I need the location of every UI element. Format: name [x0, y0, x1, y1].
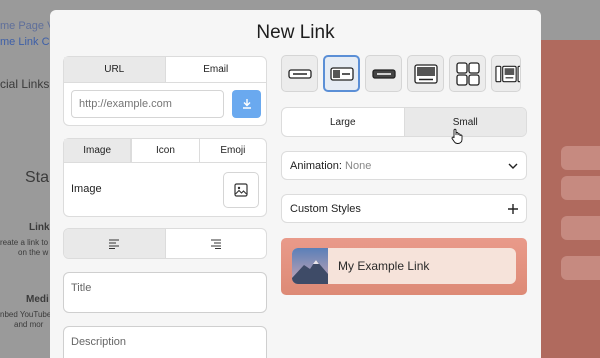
link-preview: My Example Link	[281, 238, 527, 295]
bg-text: cial Links	[0, 77, 50, 91]
tab-email[interactable]: Email	[166, 57, 267, 82]
size-toggle: Large Small	[281, 107, 527, 137]
tab-image[interactable]: Image	[64, 139, 132, 162]
bg-text: reate a link to	[0, 238, 49, 247]
custom-styles-row[interactable]: Custom Styles	[281, 194, 527, 223]
title-field[interactable]: Title	[63, 272, 267, 313]
layout-option-carousel[interactable]	[491, 55, 521, 92]
layout-full-icon	[287, 68, 312, 79]
image-tabs: Image Icon Emoji	[64, 139, 266, 163]
fetch-button[interactable]	[232, 90, 261, 118]
bg-text: me Link Cli	[0, 36, 55, 48]
custom-styles-label: Custom Styles	[290, 202, 361, 215]
animation-value: None	[345, 159, 372, 172]
layout-thumbnail-icon	[329, 66, 354, 81]
modal-title: New Link	[256, 22, 335, 43]
layout-option-thumbnail[interactable]	[323, 55, 360, 92]
bg-text: on the w	[18, 248, 49, 257]
image-card: Image Icon Emoji Image	[63, 138, 267, 217]
alignment-toggle	[63, 228, 267, 259]
download-icon	[242, 99, 251, 109]
layout-carousel-icon	[495, 65, 520, 82]
preview-link-button[interactable]: My Example Link	[292, 248, 516, 284]
bg-text: and mor	[14, 320, 44, 329]
layout-grid-icon	[455, 61, 480, 86]
bg-text: Link	[29, 222, 50, 233]
layout-option-full[interactable]	[281, 55, 318, 92]
title-placeholder: Title	[71, 282, 92, 294]
tab-url[interactable]: URL	[64, 57, 166, 82]
bg-bar	[561, 256, 600, 280]
layout-option-grid[interactable]	[449, 55, 486, 92]
image-icon	[234, 183, 248, 197]
animation-dropdown[interactable]: Animation: None	[281, 151, 527, 180]
image-label: Image	[71, 183, 102, 195]
bg-bar	[561, 176, 600, 200]
bg-bar	[561, 146, 600, 170]
align-right-button[interactable]	[166, 229, 267, 258]
animation-label: Animation:	[290, 159, 342, 172]
new-link-modal: New Link URL Email Image Icon Emoji Imag…	[50, 10, 541, 358]
url-card: URL Email	[63, 56, 267, 126]
align-left-button[interactable]	[64, 229, 166, 258]
bg-text: Medi	[26, 294, 49, 305]
align-right-icon	[210, 239, 221, 249]
url-tabs: URL Email	[64, 57, 266, 83]
description-field[interactable]: Description	[63, 326, 267, 358]
upload-image-button[interactable]	[223, 172, 259, 208]
layout-option-filled[interactable]	[365, 55, 402, 92]
preview-link-text: My Example Link	[338, 259, 430, 273]
mountain-thumbnail-image	[292, 248, 328, 284]
chevron-down-icon	[508, 163, 518, 169]
url-input[interactable]	[71, 90, 224, 118]
plus-icon	[508, 203, 518, 214]
bg-text: me Page Vi	[0, 20, 57, 32]
layout-options	[281, 55, 521, 92]
animation-field: Animation: None	[290, 160, 371, 172]
hand-cursor-icon	[451, 128, 463, 144]
bg-bar	[561, 216, 600, 240]
tab-emoji[interactable]: Emoji	[200, 139, 266, 162]
size-large-button[interactable]: Large	[282, 108, 404, 136]
layout-featured-icon	[413, 63, 438, 84]
layout-option-featured[interactable]	[407, 55, 444, 92]
tab-icon[interactable]: Icon	[131, 139, 200, 162]
size-small-button[interactable]: Small	[403, 108, 526, 136]
bg-text: nbed YouTube	[0, 310, 52, 319]
description-placeholder: Description	[71, 336, 127, 348]
align-left-icon	[109, 239, 120, 249]
background-preview-panel	[541, 40, 600, 358]
layout-filled-icon	[371, 68, 396, 79]
